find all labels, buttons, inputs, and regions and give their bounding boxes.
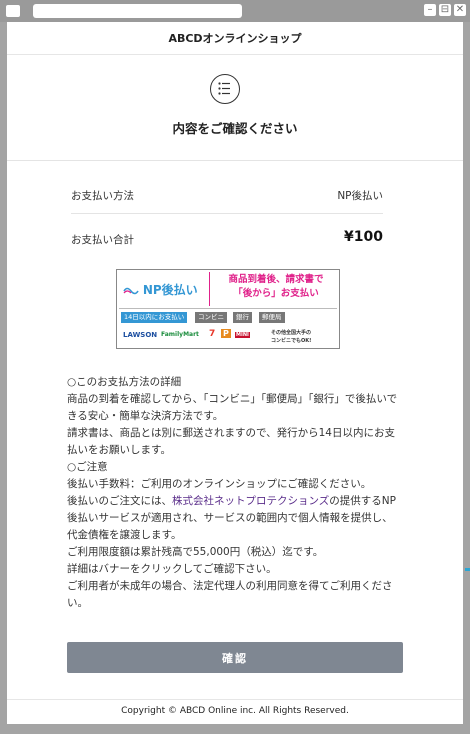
notice-heading: ○ご注意 bbox=[67, 461, 108, 473]
net-protections-link[interactable]: 株式会社ネットプロテクションズ bbox=[172, 495, 329, 507]
detail-heading: ○このお支払方法の詳細 bbox=[67, 376, 182, 388]
store-logos: LAWSON FamilyMart 7 P MINI その他全国大手の コンビニ… bbox=[121, 328, 335, 346]
notice-paragraph: 後払いのご注文には、株式会社ネットプロテクションズの提供するNP後払いサービスが… bbox=[67, 493, 403, 544]
tag-post-office: 郵便局 bbox=[259, 312, 285, 323]
window-titlebar: – ⊟ ✕ bbox=[0, 0, 470, 22]
restore-icon[interactable]: ⊟ bbox=[439, 4, 451, 16]
shop-title: ABCDオンラインショップ bbox=[168, 32, 302, 45]
payment-method-row: お支払い方法 NP後払い bbox=[71, 188, 383, 203]
payment-method-label: お支払い方法 bbox=[71, 190, 134, 202]
close-icon[interactable]: ✕ bbox=[454, 4, 466, 16]
detail-line: 請求書は、商品とは別に郵送されますので、発行から14日以内にお支払いをお願いしま… bbox=[67, 427, 395, 456]
edge-marker bbox=[465, 568, 470, 571]
tag-14days: 14日以内にお支払い bbox=[121, 312, 188, 323]
row-divider bbox=[71, 213, 383, 214]
payment-total-value: ¥100 bbox=[344, 229, 383, 245]
ministop-logo: MINI bbox=[235, 332, 250, 338]
checkout-page: ABCDオンラインショップ 内容をご確認ください お支払い方法 NP後払い お支… bbox=[7, 22, 463, 724]
seven-eleven-logo: 7 bbox=[209, 329, 216, 339]
detail-line: 商品の到着を確認してから、「コンビニ」「郵便局」「銀行」で後払いできる安心・簡単… bbox=[67, 393, 398, 422]
browser-window: – ⊟ ✕ ABCDオンラインショップ 内容をご確認ください お支払い方法 NP… bbox=[0, 0, 470, 734]
other-stores-line1: その他全国大手の bbox=[271, 330, 312, 336]
banner-divider bbox=[209, 272, 210, 306]
np-logo-text: NP後払い bbox=[142, 283, 198, 297]
banner-headline-line1: 商品到着後、請求書で bbox=[228, 274, 324, 285]
address-bar[interactable] bbox=[33, 4, 242, 18]
payment-total-label: お支払い合計 bbox=[71, 234, 134, 246]
payment-details-text: ○このお支払方法の詳細 商品の到着を確認してから、「コンビニ」「郵便局」「銀行」… bbox=[67, 374, 403, 612]
shop-header: ABCDオンラインショップ bbox=[7, 22, 463, 55]
other-stores-line2: コンビニでもOK! bbox=[271, 338, 312, 344]
payment-method-value: NP後払い bbox=[337, 190, 383, 202]
banner-hint-line: 詳細はバナーをクリックしてご確認下さい。 bbox=[67, 563, 277, 575]
banner-separator bbox=[119, 308, 337, 309]
tag-bank: 銀行 bbox=[233, 312, 252, 323]
banner-headline-line2: 「後から」お支払い bbox=[233, 288, 319, 299]
checklist-icon bbox=[210, 74, 240, 104]
copyright-footer: Copyright © ABCD Online inc. All Rights … bbox=[121, 706, 349, 716]
tag-convenience: コンビニ bbox=[195, 312, 227, 323]
minor-consent-line: ご利用者が未成年の場合、法定代理人の利用同意を得てご利用ください。 bbox=[67, 580, 393, 609]
lawson-logo: LAWSON bbox=[123, 331, 158, 339]
fee-line: 後払い手数料：ご利用のオンラインショップにご確認ください。 bbox=[67, 478, 372, 490]
np-payment-banner[interactable]: NP後払い 商品到着後、請求書で 「後から」お支払い 14日以内にお支払い コン… bbox=[116, 269, 340, 349]
minimize-icon[interactable]: – bbox=[424, 4, 436, 16]
payment-total-row: お支払い合計 ¥100 bbox=[71, 229, 383, 246]
page-title: 内容をご確認ください bbox=[172, 121, 298, 136]
confirm-button[interactable]: 確認 bbox=[67, 642, 403, 673]
section-divider bbox=[7, 160, 463, 161]
banner-headline: 商品到着後、請求書で 「後から」お支払い bbox=[215, 273, 337, 301]
familymart-logo: FamilyMart bbox=[161, 331, 199, 338]
app-icon bbox=[6, 5, 20, 17]
np-logo: NP後払い bbox=[123, 281, 198, 298]
np-wave-icon bbox=[123, 287, 139, 295]
poplar-logo: P bbox=[221, 329, 231, 338]
notice-prefix: 後払いのご注文には、 bbox=[67, 495, 172, 507]
footer-divider bbox=[7, 699, 463, 700]
limit-line: ご利用限度額は累計残高で55,000円（税込）迄です。 bbox=[67, 546, 324, 558]
